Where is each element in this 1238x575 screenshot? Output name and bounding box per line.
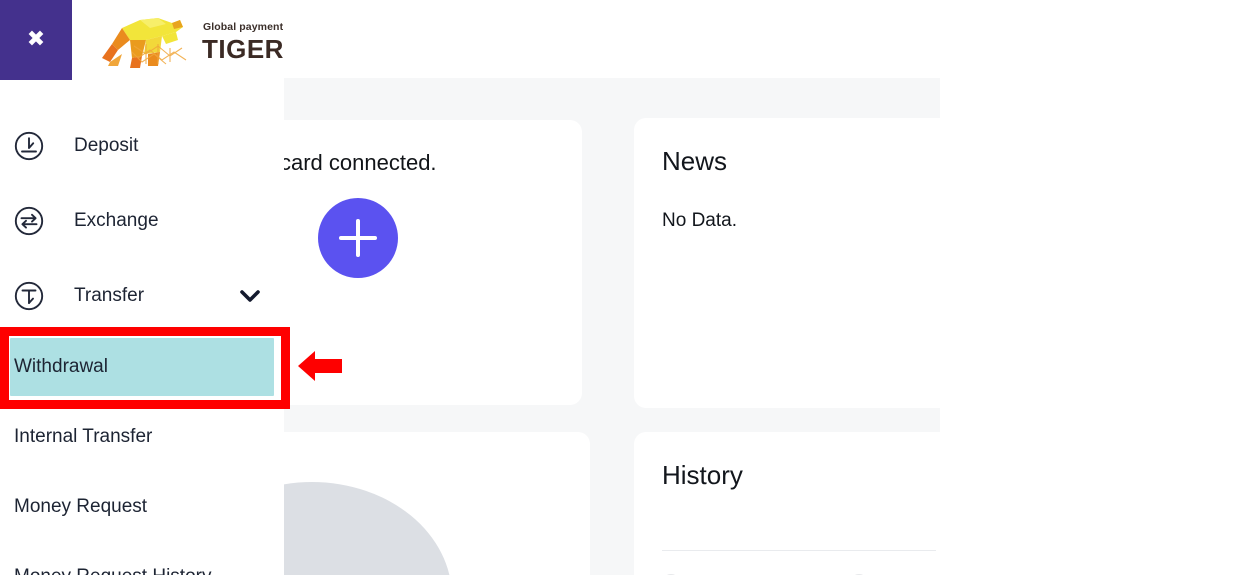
news-title: News	[662, 146, 728, 176]
card-connected-message: card connected.	[280, 150, 437, 175]
chevron-down-icon[interactable]	[238, 288, 262, 304]
tiger-logo-icon: Global payment solution TIGER PAY	[102, 18, 283, 68]
submenu-item-withdrawal-wrapper: Withdrawal	[0, 332, 284, 402]
exchange-circle-arrows-icon	[12, 204, 46, 238]
sidebar-item-transfer[interactable]: Transfer	[0, 258, 284, 333]
submenu-item-money-request-history[interactable]: Money Request History	[0, 542, 284, 575]
svg-text:Global payment solution: Global payment solution	[203, 21, 283, 33]
balance-card: card connected.	[232, 120, 582, 405]
submenu-item-label: Withdrawal	[14, 356, 108, 377]
submenu-item-label: Money Request History	[14, 566, 211, 575]
history-divider	[662, 550, 936, 551]
news-card: News No Data.	[634, 118, 964, 408]
sidebar-item-label: Exchange	[74, 209, 159, 231]
submenu-item-money-request[interactable]: Money Request	[0, 472, 284, 542]
application-window: card connected. News No Data. History ✖	[0, 0, 1238, 575]
submenu-item-label: Internal Transfer	[14, 426, 153, 447]
brand-logo[interactable]: Global payment solution TIGER PAY	[88, 10, 283, 72]
close-menu-button[interactable]: ✖	[0, 0, 72, 80]
sidebar-item-exchange[interactable]: Exchange	[0, 183, 284, 258]
news-empty-text: No Data.	[662, 210, 737, 231]
sidebar-item-deposit[interactable]: Deposit	[0, 108, 284, 183]
svg-text:TIGER PAY: TIGER PAY	[202, 34, 283, 64]
sidebar-item-label: Transfer	[74, 284, 145, 306]
submenu-item-internal-transfer[interactable]: Internal Transfer	[0, 402, 284, 472]
add-card-button[interactable]	[318, 198, 398, 278]
lower-left-card	[232, 432, 590, 575]
history-title: History	[662, 460, 743, 490]
right-overlay	[940, 0, 1238, 575]
history-card: History	[634, 432, 964, 575]
transfer-circle-icon	[12, 279, 46, 313]
close-icon: ✖	[26, 27, 46, 52]
sidebar-item-label: Deposit	[74, 134, 139, 156]
plus-icon-vertical	[356, 219, 360, 257]
sidebar: ✖ Global payment TIGER Deposit Exchange …	[0, 0, 284, 575]
submenu-item-label: Money Request	[14, 496, 148, 517]
sidebar-nav: Deposit Exchange Transfer	[0, 108, 284, 333]
deposit-circle-arrow-icon	[12, 129, 46, 163]
transfer-submenu: Withdrawal Internal Transfer Money Reque…	[0, 332, 284, 575]
submenu-item-withdrawal[interactable]: Withdrawal	[10, 338, 274, 396]
